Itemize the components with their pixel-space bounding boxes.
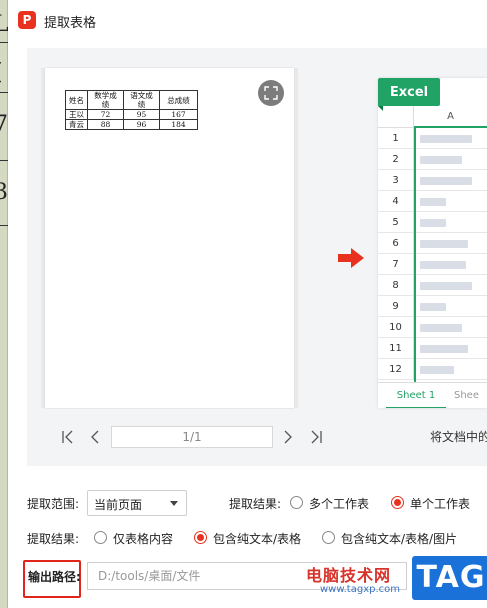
last-page-button[interactable]: [308, 428, 324, 446]
row-number: 8: [378, 275, 414, 296]
preview-panel: 姓名 数学成绩 语文成绩 总成绩 王以 72 95 167 青云 88 96 1…: [27, 48, 487, 466]
sheet-tab-2[interactable]: Shee: [454, 383, 479, 408]
last-page-icon: [311, 430, 322, 444]
excel-badge-fold: [378, 106, 383, 111]
next-page-button[interactable]: [280, 428, 296, 446]
table-cell: 184: [159, 119, 198, 130]
row-number: 7: [378, 254, 414, 275]
document-preview[interactable]: 姓名 数学成绩 语文成绩 总成绩 王以 72 95 167 青云 88 96 1…: [41, 68, 298, 408]
row-number: 6: [378, 233, 414, 254]
radio-text-table-images[interactable]: [322, 531, 335, 544]
fullscreen-button[interactable]: [258, 80, 284, 106]
chevron-down-icon: [170, 501, 178, 506]
watermark-site-name: 电脑技术网: [306, 566, 392, 585]
table-cell: 167: [159, 109, 198, 120]
range-select-value: 当前页面: [94, 498, 143, 512]
watermark-url: www.tagxp.com: [320, 584, 400, 595]
document-table: 姓名 数学成绩 语文成绩 总成绩 王以 72 95 167 青云 88 96 1…: [65, 90, 198, 130]
range-label: 提取范围:: [27, 497, 80, 511]
page-number-input[interactable]: 1/1: [111, 426, 273, 448]
table-cell: 总成绩: [159, 90, 198, 110]
selection-outline: [414, 126, 487, 384]
background-rule: [0, 42, 8, 43]
table-row: 青云 88 96 184: [65, 119, 198, 130]
extract-table-dialog: P 提取表格 姓名 数学成绩 语文成绩 总成绩 王以 72 95 167 青云 …: [8, 0, 487, 608]
sheet-tab-bar: Sheet 1 Shee: [378, 382, 487, 408]
radio-multiple-sheets-label[interactable]: 多个工作表: [309, 495, 369, 512]
background-rule: [0, 160, 8, 161]
table-cell: 姓名: [65, 90, 88, 110]
dialog-title: 提取表格: [44, 16, 97, 31]
excel-badge: Excel: [378, 78, 440, 106]
result-label: 提取结果:: [229, 497, 282, 511]
radio-single-sheet-label[interactable]: 单个工作表: [410, 495, 470, 512]
row-number: 9: [378, 296, 414, 317]
table-row: 姓名 数学成绩 语文成绩 总成绩: [65, 90, 198, 110]
radio-text-and-table[interactable]: [194, 531, 207, 544]
chevron-right-icon: [284, 430, 292, 444]
output-path-label: 输出路径:: [28, 570, 81, 584]
table-cell: 青云: [65, 119, 88, 130]
app-logo-icon: P: [18, 11, 36, 29]
background-document-strip: L ( 7 3: [0, 0, 9, 608]
radio-table-only-label[interactable]: 仅表格内容: [113, 530, 173, 547]
radio-table-only[interactable]: [94, 531, 107, 544]
content-label: 提取结果:: [27, 532, 80, 546]
row-number: 4: [378, 191, 414, 212]
table-cell: 95: [123, 109, 160, 120]
range-select[interactable]: 当前页面: [87, 490, 187, 516]
row-number: 10: [378, 317, 414, 338]
row-number: 1: [378, 128, 414, 149]
background-rule: [0, 92, 8, 93]
first-page-button[interactable]: [60, 428, 76, 446]
first-page-icon: [62, 430, 73, 444]
radio-text-table-images-label[interactable]: 包含纯文本/表格/图片: [341, 530, 457, 547]
background-glyph: (: [0, 60, 3, 85]
sheet-tab-1[interactable]: Sheet 1: [386, 383, 446, 408]
row-number: 2: [378, 149, 414, 170]
header-corner: [378, 106, 414, 128]
column-header-a: A: [447, 111, 454, 122]
fullscreen-icon: [264, 86, 278, 100]
table-cell: 96: [123, 119, 160, 130]
arrow-right-icon: [338, 248, 364, 268]
radio-text-and-table-label[interactable]: 包含纯文本/表格: [213, 530, 301, 547]
table-cell: 王以: [65, 109, 88, 120]
column-header-row: A: [378, 106, 487, 128]
prev-page-button[interactable]: [87, 428, 103, 446]
table-row: 王以 72 95 167: [65, 109, 198, 120]
table-cell: 语文成绩: [123, 90, 160, 110]
background-glyph: 7: [0, 112, 8, 137]
title-bar: P 提取表格: [8, 0, 487, 40]
background-rule: [0, 225, 8, 226]
page-navigator: 1/1: [27, 426, 327, 448]
radio-single-sheet[interactable]: [391, 496, 404, 509]
preview-hint-text: 将文档中的: [430, 430, 487, 444]
row-number: 3: [378, 170, 414, 191]
row-number: 12: [378, 359, 414, 380]
table-cell: 88: [87, 119, 124, 130]
row-number: 5: [378, 212, 414, 233]
table-cell: 数学成绩: [87, 90, 124, 110]
radio-multiple-sheets[interactable]: [290, 496, 303, 509]
excel-preview: A 1 2 3 4 5 6 7 8 9 10 11 12 Sheet 1 She…: [378, 78, 487, 408]
row-number: 11: [378, 338, 414, 359]
document-page: 姓名 数学成绩 语文成绩 总成绩 王以 72 95 167 青云 88 96 1…: [45, 68, 294, 408]
chevron-left-icon: [91, 430, 99, 444]
table-cell: 72: [87, 109, 124, 120]
background-glyph: 3: [0, 180, 8, 205]
watermark-tag-logo: TAG: [412, 556, 487, 600]
